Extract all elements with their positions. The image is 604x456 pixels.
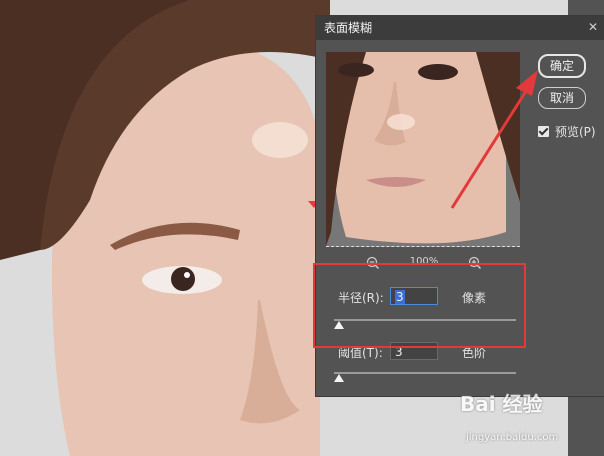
watermark-logo: Bai 经验 [460, 392, 543, 416]
radius-highlight-box [313, 263, 526, 348]
threshold-slider-thumb[interactable] [334, 374, 345, 382]
dialog-title: 表面模糊 [324, 21, 373, 35]
cancel-button[interactable]: 取消 [538, 87, 586, 109]
ok-button[interactable]: 确定 [538, 54, 586, 78]
preview-face [326, 52, 520, 246]
preview-checkbox[interactable] [538, 126, 549, 137]
preview-image[interactable] [326, 52, 520, 247]
close-icon[interactable]: ✕ [586, 20, 600, 34]
preview-toggle[interactable]: 预览(P) [538, 123, 596, 140]
dialog-titlebar[interactable]: 表面模糊 ✕ [316, 16, 604, 40]
threshold-slider-track[interactable] [334, 372, 516, 374]
preview-label: 预览(P) [555, 125, 596, 139]
watermark-url: jingyan.baidu.com [466, 432, 559, 443]
